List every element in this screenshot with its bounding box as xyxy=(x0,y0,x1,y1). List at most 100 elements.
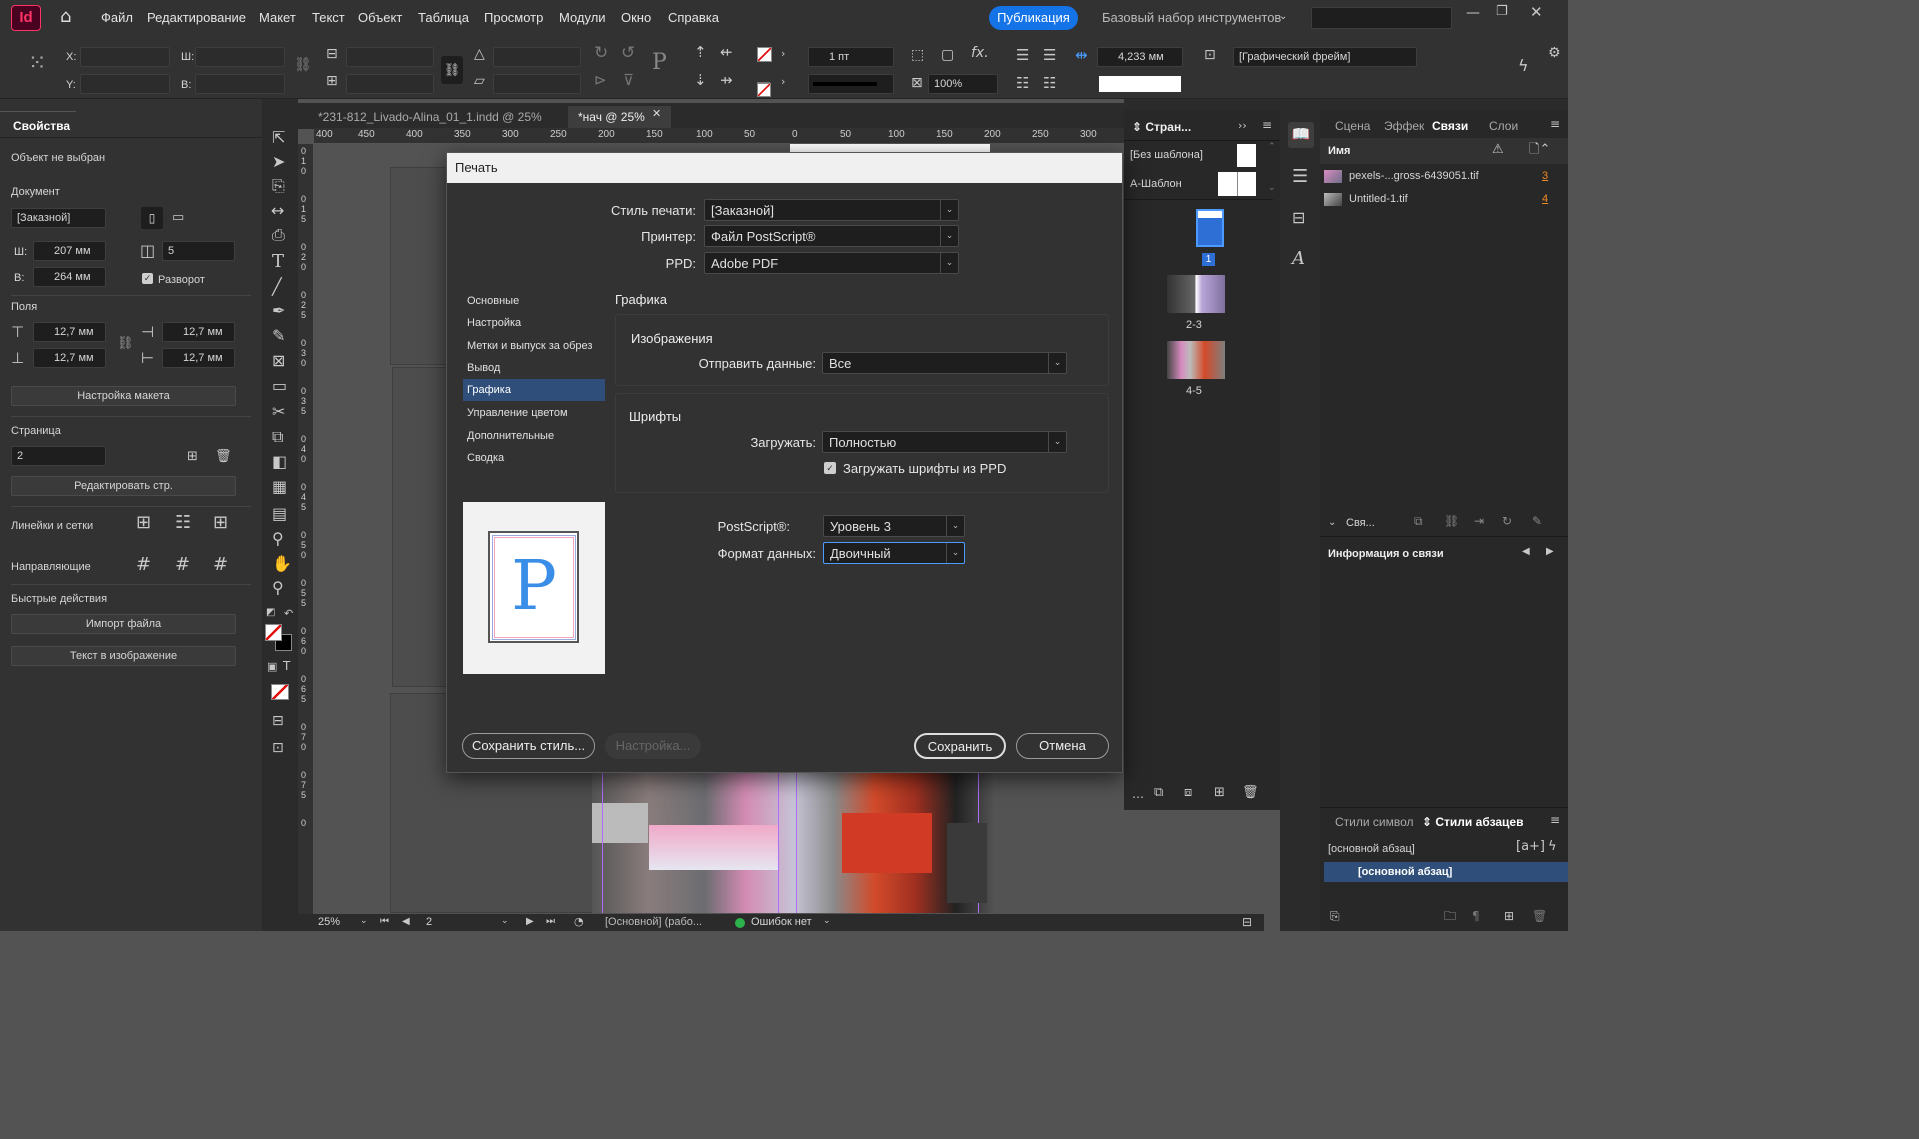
relink-icon[interactable]: ⛓ xyxy=(1444,515,1459,527)
menu-object[interactable]: Объект xyxy=(358,10,402,25)
ppd-select[interactable]: Adobe PDF ⌄ xyxy=(704,252,959,274)
rotate-field[interactable] xyxy=(493,47,581,67)
trash-icon[interactable]: 🗑 xyxy=(215,450,232,463)
first-page-icon[interactable]: ⏮ xyxy=(380,917,389,927)
screen-mode-icon[interactable]: ⊟ xyxy=(272,714,284,728)
panel-menu-icon[interactable]: ≡ xyxy=(1550,814,1560,826)
page-number[interactable]: 2 xyxy=(426,916,432,928)
nav-advanced[interactable]: Дополнительные xyxy=(463,425,605,447)
fill-stroke-swatch[interactable] xyxy=(265,624,293,652)
rectangle-tool-icon[interactable]: ▭ xyxy=(272,378,287,394)
gap-field[interactable]: 4,233 мм xyxy=(1097,47,1183,67)
margin-left-field[interactable]: 12,7 мм xyxy=(162,322,235,342)
stroke-preview[interactable] xyxy=(1097,74,1183,94)
restore-icon[interactable]: ❐ xyxy=(1496,5,1508,18)
link-row[interactable]: pexels-...gross-6439051.tif 3 xyxy=(1320,166,1560,188)
select-content-icon[interactable]: ⇣ xyxy=(694,73,707,88)
direct-selection-tool-icon[interactable]: ➤ xyxy=(272,154,285,170)
setup-button[interactable]: Настройка... xyxy=(605,733,701,759)
hand-tool-icon[interactable]: ✋ xyxy=(272,556,292,572)
prev-link-icon[interactable]: ◀ xyxy=(1522,547,1530,557)
close-tab-icon[interactable]: ✕ xyxy=(652,108,661,119)
layers-icon[interactable]: ☰ xyxy=(1292,168,1308,186)
scroll-up-icon[interactable]: ⌃ xyxy=(1268,143,1276,152)
tab-document-1[interactable]: *231-812_Livado-Alina_01_1.indd @ 25% xyxy=(308,106,552,128)
opacity-field[interactable]: 100% xyxy=(928,74,998,94)
page-thumb-2-3[interactable] xyxy=(1167,275,1225,313)
page-tool-icon[interactable]: ⎘ xyxy=(272,178,285,194)
publish-button[interactable]: Публикация xyxy=(989,6,1078,30)
link-page[interactable]: 4 xyxy=(1542,193,1548,205)
page-select[interactable]: 2 xyxy=(11,446,106,466)
smart-guides-icon[interactable]: # xyxy=(213,556,228,574)
data-format-select[interactable]: Двоичный ⌄ xyxy=(823,542,965,564)
pages-panel-title[interactable]: ⇕ Стран... xyxy=(1132,120,1191,134)
eyedropper-tool-icon[interactable]: ⚲ xyxy=(272,531,284,547)
layout-setup-button[interactable]: Настройка макета xyxy=(11,386,236,406)
create-style-icon[interactable]: [a+] xyxy=(1516,840,1545,853)
update-link-icon[interactable]: ↻ xyxy=(1502,515,1512,527)
formatting-text-icon[interactable]: T xyxy=(283,660,290,672)
last-page-icon[interactable]: ⏭ xyxy=(546,917,555,927)
reference-point-icon[interactable]: ⁙ xyxy=(28,53,46,75)
download-select[interactable]: Полностью ⌄ xyxy=(822,431,1067,453)
load-styles-icon[interactable]: ⎘ xyxy=(1330,910,1340,922)
flip-h-icon[interactable]: ⊳ xyxy=(594,73,607,88)
note-tool-icon[interactable]: ▤ xyxy=(272,506,287,522)
swap-icon[interactable]: ↶ xyxy=(284,608,293,619)
tab-scene[interactable]: Сцена xyxy=(1335,119,1370,133)
print-style-select[interactable]: [Заказной] ⌄ xyxy=(704,199,959,221)
formatting-container-icon[interactable]: ▣ xyxy=(267,661,277,672)
stroke-weight-field[interactable]: 1 пт xyxy=(808,47,894,67)
pencil-tool-icon[interactable]: ✎ xyxy=(272,328,285,344)
free-transform-tool-icon[interactable]: ⧉ xyxy=(272,429,283,445)
align-icon[interactable]: ☰ xyxy=(1016,48,1029,63)
panel-expand-icon[interactable]: ›› xyxy=(1238,120,1247,131)
rotate-ccw-icon[interactable]: ↺ xyxy=(621,45,635,62)
margin-bottom-field[interactable]: 12,7 мм xyxy=(33,348,106,368)
pen-tool-icon[interactable]: ✒ xyxy=(272,303,285,319)
facing-checkbox[interactable]: ✓ xyxy=(142,273,153,284)
menu-view[interactable]: Просмотр xyxy=(484,10,543,25)
line-tool-icon[interactable]: ╱ xyxy=(272,279,282,295)
tab-layers[interactable]: Слои xyxy=(1489,119,1518,133)
height-field[interactable]: 264 мм xyxy=(33,267,106,287)
nav-graphics[interactable]: Графика xyxy=(463,379,605,401)
stroke-none-swatch[interactable] xyxy=(757,47,772,62)
page-thumb-4-5[interactable] xyxy=(1167,341,1225,379)
nav-marks-bleed[interactable]: Метки и выпуск за обрез xyxy=(463,335,605,357)
x-field[interactable] xyxy=(80,47,170,67)
fx-icon[interactable]: fx. xyxy=(971,46,989,60)
edit-page-button[interactable]: Редактировать стр. xyxy=(11,476,236,496)
search-input[interactable] xyxy=(1311,7,1452,29)
pages-panel-button[interactable]: 📖 xyxy=(1288,122,1314,148)
paragraph-style-row[interactable]: [основной абзац] xyxy=(1324,862,1568,882)
baseline-grid-icon[interactable]: ☷ xyxy=(175,514,191,532)
nav-summary[interactable]: Сводка xyxy=(463,447,605,469)
frame-fit-icon[interactable]: ▢ xyxy=(941,48,954,62)
y-field[interactable] xyxy=(80,74,170,94)
save-button[interactable]: Сохранить xyxy=(914,733,1006,759)
character-styles-icon[interactable]: A xyxy=(1292,250,1305,268)
artwork-image[interactable] xyxy=(592,773,996,913)
name-column-header[interactable]: Имя xyxy=(1328,145,1350,157)
scroll-down-icon[interactable]: ⌄ xyxy=(1268,184,1276,193)
width-field[interactable]: 207 мм xyxy=(33,241,106,261)
tab-links[interactable]: Связи xyxy=(1432,119,1468,133)
link-margins-icon[interactable]: ⛓ xyxy=(117,337,134,350)
constrain-proportions-icon[interactable]: ⛓ xyxy=(294,58,312,72)
home-icon[interactable]: ⌂ xyxy=(60,8,71,26)
print-preview[interactable]: P xyxy=(463,502,605,674)
menu-window[interactable]: Окно xyxy=(621,10,651,25)
preflight-errors[interactable]: Ошибок нет xyxy=(751,916,812,928)
rectangle-frame-tool-icon[interactable]: ⊠ xyxy=(272,353,285,369)
content-collector-icon[interactable]: ⎙ xyxy=(272,227,285,243)
gap-tool-icon[interactable]: ↔ xyxy=(271,203,284,219)
scissors-tool-icon[interactable]: ✂ xyxy=(272,404,285,420)
minimize-icon[interactable]: — xyxy=(1466,6,1480,20)
printer-select[interactable]: Файл PostScript® ⌄ xyxy=(704,225,959,247)
h-field[interactable] xyxy=(195,74,285,94)
page-column-icon[interactable]: 🗋⌃ xyxy=(1529,143,1550,156)
menu-type[interactable]: Текст xyxy=(312,10,345,25)
duplicate-page-icon[interactable]: ⧈ xyxy=(1184,786,1192,799)
